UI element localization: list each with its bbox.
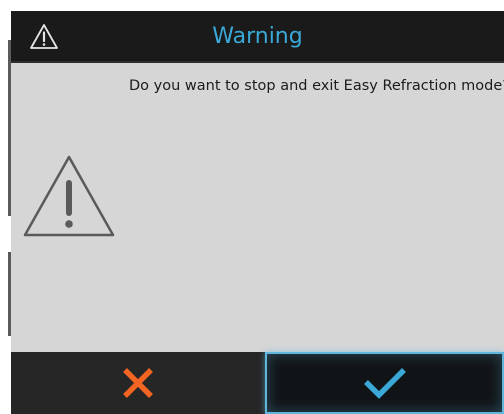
left-edge-rail [0, 0, 11, 414]
dialog-title: Warning [212, 24, 303, 49]
confirm-button[interactable] [265, 352, 504, 414]
dialog-body: Do you want to stop and exit Easy Refrac… [11, 63, 504, 352]
warning-triangle-icon [23, 155, 115, 237]
checkmark-icon [363, 368, 406, 399]
close-x-icon [123, 368, 153, 398]
warning-dialog: Warning Do you want to stop and exit Eas… [0, 0, 504, 414]
dialog-message: Do you want to stop and exit Easy Refrac… [129, 78, 504, 94]
dialog-footer [11, 352, 504, 414]
dialog-header: Warning [11, 11, 504, 63]
cancel-button[interactable] [11, 352, 265, 414]
